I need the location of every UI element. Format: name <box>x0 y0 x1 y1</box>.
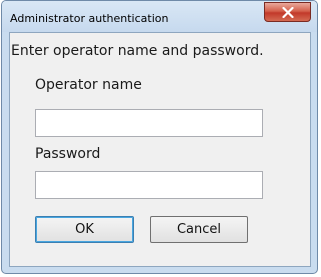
close-icon <box>282 7 294 18</box>
title-bar[interactable]: Administrator authentication <box>2 1 317 32</box>
window-title: Administrator authentication <box>10 12 169 25</box>
auth-dialog-window: Administrator authentication Enter opera… <box>1 0 318 274</box>
password-input[interactable] <box>35 171 263 199</box>
operator-name-label: Operator name <box>35 77 142 93</box>
cancel-button[interactable]: Cancel <box>150 216 248 243</box>
ok-button[interactable]: OK <box>35 216 134 243</box>
password-label: Password <box>35 146 101 162</box>
close-button[interactable] <box>264 2 311 22</box>
operator-name-input[interactable] <box>35 109 263 137</box>
instruction-text: Enter operator name and password. <box>11 43 264 59</box>
dialog-content: Enter operator name and password. Operat… <box>9 32 311 267</box>
